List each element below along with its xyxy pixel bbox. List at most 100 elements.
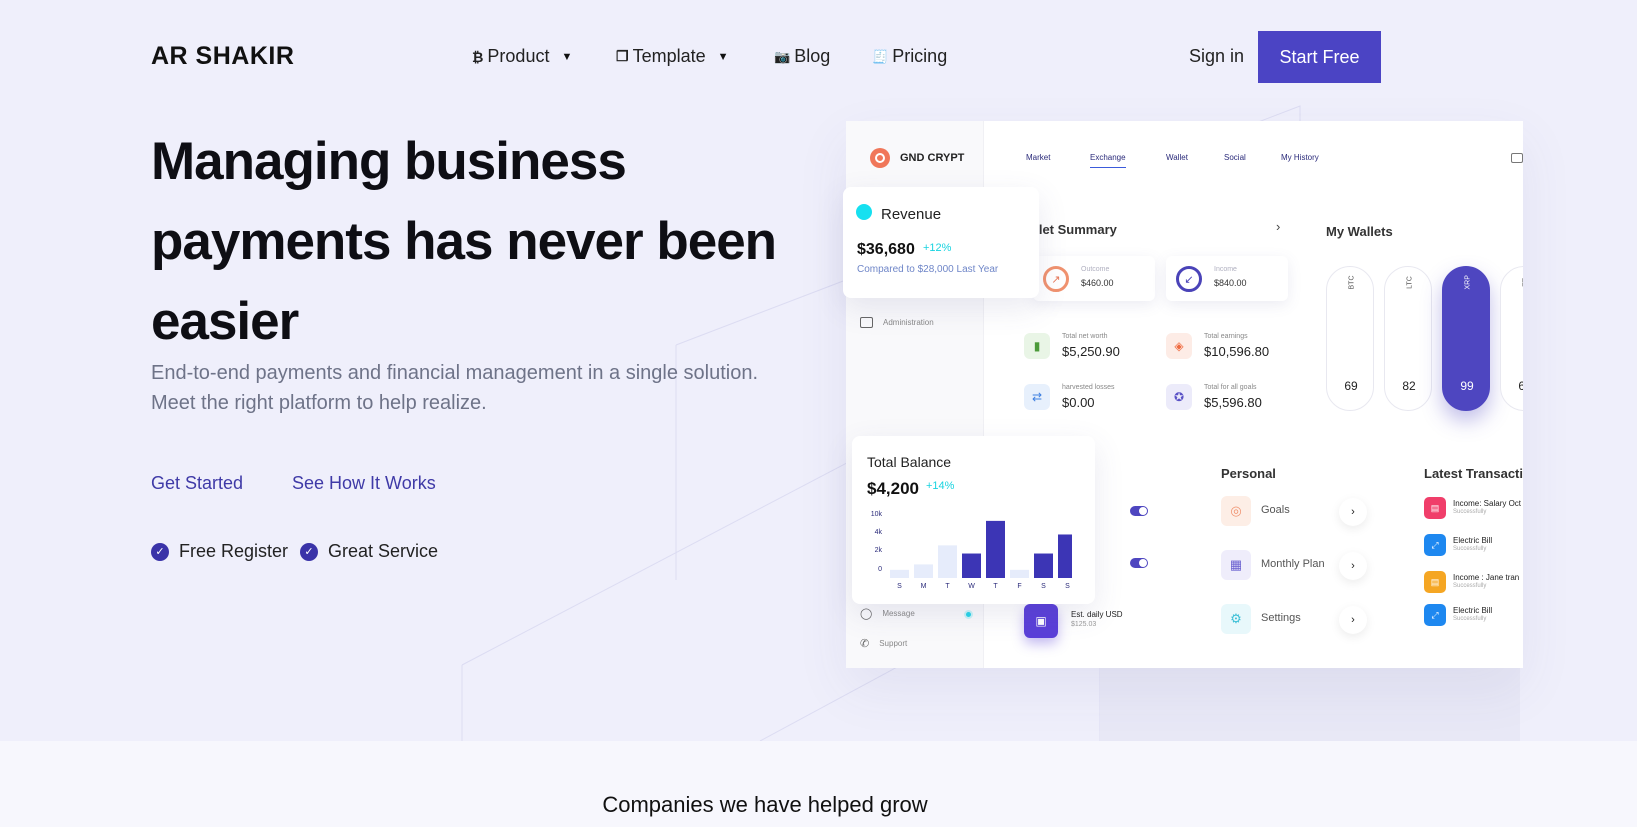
status-toggle[interactable] [1130, 506, 1148, 516]
chart-bar [962, 553, 981, 578]
x-tick-label: T [993, 583, 998, 590]
camera-icon: 📷 [774, 48, 791, 64]
stat-value: $5,250.90 [1062, 344, 1120, 359]
personal-title: Personal [1221, 466, 1276, 481]
electric-icon: ⤢ [1424, 604, 1446, 626]
tab-market[interactable]: Market [1026, 153, 1050, 162]
companies-heading: Companies we have helped grow [602, 792, 928, 817]
transaction-status: Successfully [1453, 583, 1487, 589]
outcome-value: $460.00 [1081, 278, 1114, 288]
chart-bar [938, 545, 957, 578]
balance-change: +14% [926, 480, 955, 492]
transaction-status: Successfully [1453, 616, 1487, 622]
tag-icon: ◈ [1166, 333, 1192, 359]
sidebar-item-support[interactable]: ✆ Support [860, 637, 907, 650]
sidebar-item-administration[interactable]: Administration [860, 317, 934, 328]
daily-usd-label: Est. daily USD [1071, 610, 1123, 619]
hero-headline: Managing business payments has never bee… [151, 132, 777, 351]
dashboard-brand: GND CRYPT [870, 148, 964, 168]
nav-blog[interactable]: 📷 Blog [774, 46, 830, 67]
feature-label: Great Service [328, 541, 439, 561]
sidebar-item-label: Support [879, 639, 908, 648]
tab-my-history[interactable]: My History [1281, 153, 1319, 162]
income-icon: ▤ [1424, 497, 1446, 519]
revenue-value: $36,680 [857, 241, 915, 258]
tab-social[interactable]: Social [1224, 153, 1246, 162]
nav-blog-label: Blog [794, 46, 831, 66]
chevron-down-icon: ▼ [717, 50, 729, 63]
x-tick-label: S [1065, 583, 1070, 590]
nav-pricing[interactable]: 🧾 Pricing [872, 46, 947, 67]
y-tick-label: 2k [875, 547, 883, 554]
electric-icon: ⤢ [1424, 534, 1446, 556]
x-tick-label: F [1017, 583, 1021, 590]
nav-product-label: Product [487, 46, 550, 66]
chevron-right-icon[interactable]: › [1339, 606, 1367, 634]
wallet-pill-ltc[interactable]: LTC 82 [1384, 266, 1432, 411]
transaction-status: Successfully [1453, 509, 1487, 515]
chart-bar [1034, 553, 1053, 578]
tab-wallet[interactable]: Wallet [1166, 153, 1188, 162]
chart-bar [890, 569, 909, 578]
start-free-button[interactable]: Start Free [1258, 31, 1381, 83]
balance-title: Total Balance [867, 454, 952, 470]
nav-template[interactable]: ❐ Template ▼ [616, 46, 729, 67]
chat-icon[interactable] [1511, 153, 1523, 163]
transaction-label: Income : Jane tran [1453, 573, 1520, 582]
outcome-card: ↗ Outcome $460.00 [1033, 256, 1155, 301]
feature-great-service: ✓ Great Service [300, 541, 438, 562]
dashboard-brand-name: GND CRYPT [900, 152, 965, 164]
revenue-dot-icon [856, 204, 872, 220]
template-icon: ❐ [616, 48, 629, 64]
transaction-label: Income: Salary Oct [1453, 499, 1522, 508]
chat-bubble-icon: ◯ [860, 608, 873, 620]
chevron-down-icon: ▼ [561, 50, 573, 63]
wallet-pill-eth[interactable]: ET 69 [1500, 266, 1523, 411]
latest-transactions-title: Latest Transactio [1424, 466, 1523, 481]
balance-value: $4,200 [867, 479, 919, 498]
income-icon: ▤ [1424, 571, 1446, 593]
nav-template-label: Template [632, 46, 706, 66]
personal-item-label: Settings [1261, 612, 1301, 624]
status-toggle[interactable] [1130, 558, 1148, 568]
check-icon: ✓ [300, 542, 318, 561]
wallet-pill-xrp[interactable]: XRP 99 [1442, 266, 1490, 411]
chevron-right-icon[interactable]: › [1339, 552, 1367, 580]
revenue-comparison: Compared to $28,000 Last Year [857, 264, 999, 275]
sidebar-item-label: Message [882, 609, 915, 618]
income-label: Income [1214, 266, 1237, 273]
y-tick-label: 4k [875, 529, 883, 536]
chart-bar [986, 520, 1005, 578]
hero-section: AR SHAKIR ₿ Product ▼ ❐ Template ▼ 📷 Blo… [0, 0, 1637, 741]
transaction-label: Electric Bill [1453, 536, 1493, 545]
x-tick-label: M [921, 583, 927, 590]
wallet-pill-btc[interactable]: BTC 69 [1326, 266, 1374, 411]
stat-value: $5,596.80 [1204, 395, 1262, 410]
bar-chart-icon: ▮ [1024, 333, 1050, 359]
stat-value: $10,596.80 [1204, 344, 1270, 359]
grid-icon [860, 317, 873, 328]
chevron-right-icon[interactable]: › [1339, 498, 1367, 526]
x-tick-label: S [897, 583, 902, 590]
wallet-icon: ▣ [1024, 604, 1058, 638]
receipt-icon: 🧾 [872, 48, 889, 64]
sidebar-item-message[interactable]: ◯ Message [860, 607, 915, 620]
see-how-it-works-link[interactable]: See How It Works [292, 473, 436, 494]
tab-exchange[interactable]: Exchange [1090, 153, 1126, 168]
nav-product[interactable]: ₿ Product ▼ [472, 46, 572, 67]
chart-bar [1058, 534, 1072, 578]
nav-pricing-label: Pricing [892, 46, 948, 66]
get-started-link[interactable]: Get Started [151, 473, 243, 494]
personal-item-label: Goals [1261, 504, 1290, 516]
brand-logo[interactable]: AR SHAKIR [151, 42, 294, 71]
check-icon: ✓ [151, 542, 169, 561]
chevron-right-icon[interactable]: › [1276, 219, 1280, 234]
feature-free-register: ✓ Free Register [151, 541, 288, 562]
top-navigation: AR SHAKIR ₿ Product ▼ ❐ Template ▼ 📷 Blo… [0, 0, 1637, 114]
gear-icon: ⚙ [1221, 604, 1251, 634]
stat-label: Total net worth [1062, 333, 1108, 340]
transaction-status: Successfully [1453, 546, 1487, 552]
balance-bar-chart: 10k 4k 2k 0 S M T W T F S S [871, 511, 1072, 590]
sign-in-link[interactable]: Sign in [1189, 46, 1244, 67]
daily-usd-value: $125.03 [1071, 621, 1097, 628]
